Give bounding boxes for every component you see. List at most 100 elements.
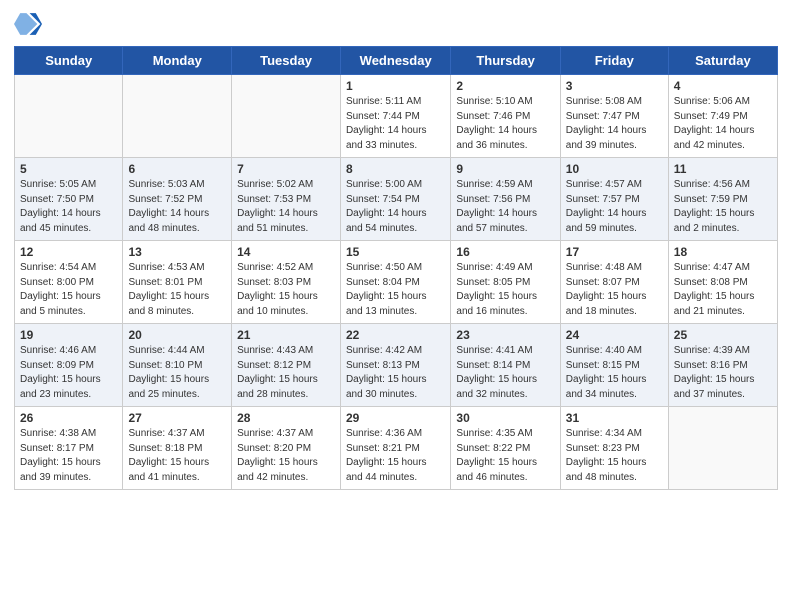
calendar-cell: 8 Sunrise: 5:00 AMSunset: 7:54 PMDaylight… [340,158,450,241]
day-number: 14 [237,245,335,259]
calendar-week-4: 19 Sunrise: 4:46 AMSunset: 8:09 PMDayligh… [15,324,778,407]
calendar-cell: 22 Sunrise: 4:42 AMSunset: 8:13 PMDayligh… [340,324,450,407]
calendar-week-3: 12 Sunrise: 4:54 AMSunset: 8:00 PMDayligh… [15,241,778,324]
day-info: Sunrise: 4:50 AMSunset: 8:04 PMDaylight:… [346,261,445,319]
calendar-cell [232,75,341,158]
day-info: Sunrise: 4:53 AMSunset: 8:01 PMDaylight:… [128,261,226,319]
calendar-cell: 13 Sunrise: 4:53 AMSunset: 8:01 PMDayligh… [123,241,232,324]
day-number: 23 [456,328,554,342]
day-info: Sunrise: 4:44 AMSunset: 8:10 PMDaylight:… [128,344,226,402]
calendar-cell: 17 Sunrise: 4:48 AMSunset: 8:07 PMDayligh… [560,241,668,324]
day-number: 29 [346,411,445,425]
calendar-cell: 9Sunrise: 4:59 AMSunset: 7:56 PMDaylight… [451,158,560,241]
day-info: Sunrise: 5:05 AMSunset: 7:50 PMDaylight:… [20,178,117,236]
day-number: 20 [128,328,226,342]
day-info: Sunrise: 4:41 AMSunset: 8:14 PMDaylight:… [456,344,554,402]
day-info: Sunrise: 5:11 AMSunset: 7:44 PMDaylight:… [346,95,445,153]
calendar-cell: 2 Sunrise: 5:10 AMSunset: 7:46 PMDaylight… [451,75,560,158]
day-info: Sunrise: 5:10 AMSunset: 7:46 PMDaylight:… [456,95,554,153]
day-number: 1 [346,79,445,93]
day-info: Sunrise: 4:47 AMSunset: 8:08 PMDaylight:… [674,261,772,319]
day-info: Sunrise: 5:08 AMSunset: 7:47 PMDaylight:… [566,95,663,153]
day-number: 11 [674,162,772,176]
day-info: Sunrise: 4:42 AMSunset: 8:13 PMDaylight:… [346,344,445,402]
calendar-cell [123,75,232,158]
calendar-cell: 12 Sunrise: 4:54 AMSunset: 8:00 PMDayligh… [15,241,123,324]
day-number: 19 [20,328,117,342]
day-info: Sunrise: 4:37 AMSunset: 8:20 PMDaylight:… [237,427,335,485]
day-info: Sunrise: 4:38 AMSunset: 8:17 PMDaylight:… [20,427,117,485]
calendar-cell: 4 Sunrise: 5:06 AMSunset: 7:49 PMDaylight… [668,75,777,158]
calendar-cell [668,407,777,490]
calendar-cell: 23 Sunrise: 4:41 AMSunset: 8:14 PMDayligh… [451,324,560,407]
col-header-monday: Monday [123,47,232,75]
calendar-cell: 11Sunrise: 4:56 AMSunset: 7:59 PMDayligh… [668,158,777,241]
day-number: 13 [128,245,226,259]
calendar: SundayMondayTuesdayWednesdayThursdayFrid… [14,46,778,490]
day-number: 21 [237,328,335,342]
col-header-saturday: Saturday [668,47,777,75]
calendar-week-1: 1 Sunrise: 5:11 AMSunset: 7:44 PMDaylight… [15,75,778,158]
day-info: Sunrise: 4:57 AMSunset: 7:57 PMDaylight:… [566,178,663,236]
calendar-cell: 5 Sunrise: 5:05 AMSunset: 7:50 PMDaylight… [15,158,123,241]
day-info: Sunrise: 4:39 AMSunset: 8:16 PMDaylight:… [674,344,772,402]
day-number: 4 [674,79,772,93]
day-number: 8 [346,162,445,176]
calendar-week-2: 5 Sunrise: 5:05 AMSunset: 7:50 PMDaylight… [15,158,778,241]
day-info: Sunrise: 5:02 AMSunset: 7:53 PMDaylight:… [237,178,335,236]
calendar-cell: 31 Sunrise: 4:34 AMSunset: 8:23 PMDayligh… [560,407,668,490]
day-number: 17 [566,245,663,259]
day-number: 2 [456,79,554,93]
day-number: 5 [20,162,117,176]
day-number: 22 [346,328,445,342]
day-info: Sunrise: 4:48 AMSunset: 8:07 PMDaylight:… [566,261,663,319]
day-number: 16 [456,245,554,259]
day-number: 31 [566,411,663,425]
day-info: Sunrise: 4:37 AMSunset: 8:18 PMDaylight:… [128,427,226,485]
logo-icon [14,10,42,38]
day-info: Sunrise: 4:49 AMSunset: 8:05 PMDaylight:… [456,261,554,319]
calendar-cell: 6 Sunrise: 5:03 AMSunset: 7:52 PMDaylight… [123,158,232,241]
col-header-sunday: Sunday [15,47,123,75]
day-number: 6 [128,162,226,176]
day-number: 28 [237,411,335,425]
day-number: 26 [20,411,117,425]
day-number: 27 [128,411,226,425]
calendar-cell: 21Sunrise: 4:43 AMSunset: 8:12 PMDayligh… [232,324,341,407]
page: SundayMondayTuesdayWednesdayThursdayFrid… [0,0,792,504]
calendar-week-5: 26 Sunrise: 4:38 AMSunset: 8:17 PMDayligh… [15,407,778,490]
day-number: 18 [674,245,772,259]
day-info: Sunrise: 4:54 AMSunset: 8:00 PMDaylight:… [20,261,117,319]
day-number: 25 [674,328,772,342]
day-info: Sunrise: 5:06 AMSunset: 7:49 PMDaylight:… [674,95,772,153]
calendar-cell: 1 Sunrise: 5:11 AMSunset: 7:44 PMDaylight… [340,75,450,158]
day-number: 3 [566,79,663,93]
day-number: 15 [346,245,445,259]
day-number: 9 [456,162,554,176]
calendar-cell: 28 Sunrise: 4:37 AMSunset: 8:20 PMDayligh… [232,407,341,490]
calendar-cell: 26 Sunrise: 4:38 AMSunset: 8:17 PMDayligh… [15,407,123,490]
day-info: Sunrise: 4:36 AMSunset: 8:21 PMDaylight:… [346,427,445,485]
col-header-friday: Friday [560,47,668,75]
day-number: 7 [237,162,335,176]
calendar-cell: 10 Sunrise: 4:57 AMSunset: 7:57 PMDayligh… [560,158,668,241]
day-info: Sunrise: 4:46 AMSunset: 8:09 PMDaylight:… [20,344,117,402]
calendar-cell: 15 Sunrise: 4:50 AMSunset: 8:04 PMDayligh… [340,241,450,324]
day-info: Sunrise: 5:00 AMSunset: 7:54 PMDaylight:… [346,178,445,236]
calendar-cell: 16 Sunrise: 4:49 AMSunset: 8:05 PMDayligh… [451,241,560,324]
col-header-thursday: Thursday [451,47,560,75]
day-number: 12 [20,245,117,259]
calendar-cell: 25 Sunrise: 4:39 AMSunset: 8:16 PMDayligh… [668,324,777,407]
day-info: Sunrise: 4:34 AMSunset: 8:23 PMDaylight:… [566,427,663,485]
day-number: 30 [456,411,554,425]
calendar-cell: 14Sunrise: 4:52 AMSunset: 8:03 PMDayligh… [232,241,341,324]
logo [14,10,44,38]
day-number: 10 [566,162,663,176]
header [14,10,778,38]
col-header-wednesday: Wednesday [340,47,450,75]
day-info: Sunrise: 5:03 AMSunset: 7:52 PMDaylight:… [128,178,226,236]
calendar-cell: 3 Sunrise: 5:08 AMSunset: 7:47 PMDaylight… [560,75,668,158]
calendar-cell: 30Sunrise: 4:35 AMSunset: 8:22 PMDayligh… [451,407,560,490]
calendar-cell: 27 Sunrise: 4:37 AMSunset: 8:18 PMDayligh… [123,407,232,490]
calendar-cell: 24Sunrise: 4:40 AMSunset: 8:15 PMDayligh… [560,324,668,407]
